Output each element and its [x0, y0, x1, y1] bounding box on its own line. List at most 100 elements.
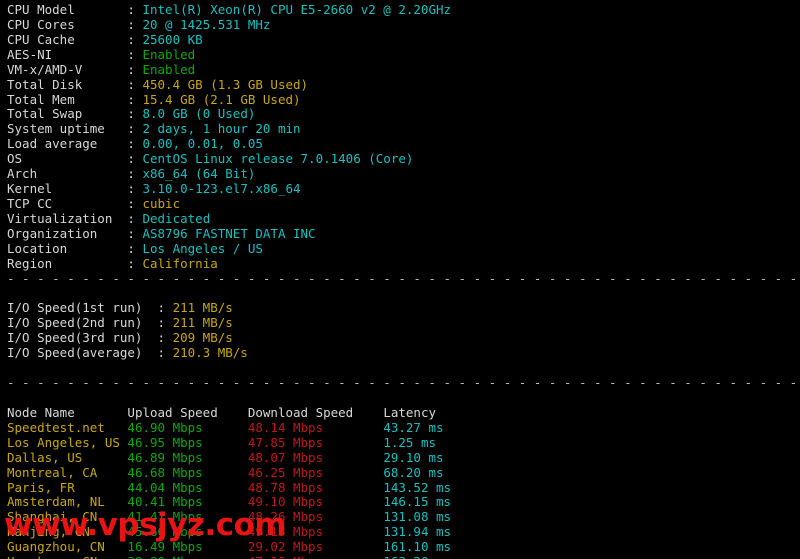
sysinfo-separator: : — [127, 240, 143, 256]
sysinfo-label: Arch — [7, 166, 128, 182]
sysinfo-row: CPU Cache : 25600 KB — [7, 31, 800, 48]
sysinfo-separator: : — [127, 2, 143, 17]
sysinfo-value: Los Angeles / US — [142, 240, 263, 256]
sysinfo-row: System uptime : 2 days, 1 hour 20 min — [7, 121, 800, 137]
io-speed-value: 210.3 MB/s — [172, 345, 248, 361]
io-speed-value: 209 MB/s — [172, 330, 233, 346]
sysinfo-label: VM-x/AMD-V — [7, 61, 128, 77]
column-header-download-speed: Download Speed — [247, 404, 384, 420]
io-speed-label: I/O Speed(3rd run) — [7, 330, 158, 346]
speedtest-node-name: Montreal, CA — [7, 464, 128, 480]
speedtest-latency: 29.10 ms — [383, 449, 444, 465]
speedtest-row: Paris, FR 44.04 Mbps 48.78 Mbps 143.52 m… — [7, 479, 800, 496]
speedtest-node-name: Paris, FR — [7, 479, 128, 495]
speedtest-download-speed: 48.14 Mbps — [247, 419, 384, 435]
sysinfo-separator: : — [127, 255, 143, 271]
sysinfo-separator: : — [127, 46, 143, 62]
sysinfo-label: CPU Model — [7, 2, 128, 17]
speedtest-latency: 161.10 ms — [383, 539, 452, 555]
sysinfo-value: Intel(R) Xeon(R) CPU E5-2660 v2 @ 2.20GH… — [142, 2, 452, 17]
sysinfo-value: 450.4 GB (1.3 GB Used) — [142, 76, 309, 92]
sysinfo-label: Total Swap — [7, 106, 128, 122]
speedtest-upload-speed: 46.89 Mbps — [127, 449, 248, 465]
sysinfo-value: cubic — [142, 195, 181, 211]
speedtest-latency: 68.20 ms — [383, 464, 444, 480]
sysinfo-row: Region : California — [7, 255, 800, 272]
speedtest-header-row: Node Name Upload Speed Download Speed La… — [7, 404, 800, 421]
speedtest-latency: 1.25 ms — [383, 434, 436, 450]
speedtest-latency: 143.52 ms — [383, 479, 452, 495]
sysinfo-label: Kernel — [7, 181, 128, 197]
sysinfo-value: 25600 KB — [142, 31, 203, 47]
io-speed-label: I/O Speed(1st run) — [7, 300, 158, 316]
sysinfo-row: Kernel : 3.10.0-123.el7.x86_64 — [7, 181, 800, 197]
sysinfo-row: Arch : x86_64 (64 Bit) — [7, 166, 800, 182]
speedtest-download-speed: 47.16 Mbps — [248, 554, 383, 559]
io-speed-row: I/O Speed(1st run) : 211 MB/s — [7, 300, 800, 316]
sysinfo-row: AES-NI : Enabled — [7, 46, 800, 63]
sysinfo-row: TCP CC : cubic — [7, 195, 800, 212]
sysinfo-label: System uptime — [7, 121, 128, 137]
sysinfo-row: CPU Cores : 20 @ 1425.531 MHz — [7, 16, 800, 33]
io-speed-row: I/O Speed(3rd run) : 209 MB/s — [7, 330, 800, 346]
sysinfo-separator: : — [127, 76, 143, 92]
sysinfo-separator: : — [127, 16, 143, 32]
speedtest-upload-speed: 46.95 Mbps — [127, 434, 248, 450]
speedtest-row: Dallas, US 46.89 Mbps 48.07 Mbps 29.10 m… — [7, 449, 800, 466]
speedtest-upload-speed: 39.90 Mbps — [127, 554, 247, 559]
sysinfo-label: Region — [7, 255, 128, 271]
column-header-latency: Latency — [383, 404, 436, 420]
speedtest-node-name: Hongkong, CN — [7, 554, 127, 559]
speedtest-latency: 131.94 ms — [383, 524, 452, 540]
speedtest-node-name: Dallas, US — [7, 449, 128, 465]
terminal-window: CPU Model : Intel(R) Xeon(R) CPU E5-2660… — [0, 0, 800, 559]
sysinfo-value: Enabled — [142, 61, 196, 77]
speedtest-row: Speedtest.net 46.90 Mbps 48.14 Mbps 43.2… — [7, 419, 800, 436]
io-speed-label: I/O Speed(2nd run) — [7, 315, 158, 331]
divider-bottom: - - - - - - - - - - - - - - - - - - - - … — [7, 376, 798, 391]
sysinfo-label: CPU Cache — [7, 31, 128, 47]
speedtest-row: Hongkong, CN 39.90 Mbps 47.16 Mbps 163.2… — [7, 554, 800, 559]
sysinfo-value: California — [142, 255, 218, 271]
sysinfo-row: Virtualization : Dedicated — [7, 210, 800, 227]
sysinfo-row: Organization : AS8796 FASTNET DATA INC — [7, 225, 800, 242]
io-speed-section: I/O Speed(1st run) : 211 MB/s I/O Speed(2… — [7, 300, 800, 361]
sysinfo-label: Total Disk — [7, 76, 128, 92]
sysinfo-separator: : — [127, 181, 143, 197]
sysinfo-separator: : — [127, 106, 143, 122]
io-speed-value: 211 MB/s — [172, 300, 233, 316]
speedtest-upload-speed: 46.68 Mbps — [127, 464, 248, 480]
speedtest-latency: 43.27 ms — [383, 419, 444, 435]
io-speed-label: I/O Speed(average) — [7, 345, 158, 361]
sysinfo-label: CPU Cores — [7, 16, 128, 32]
sysinfo-label: Organization — [7, 225, 128, 241]
sysinfo-separator: : — [127, 225, 143, 241]
speedtest-node-name: Los Angeles, US — [7, 434, 128, 450]
speedtest-upload-speed: 44.04 Mbps — [127, 479, 248, 495]
sysinfo-label: TCP CC — [7, 195, 128, 211]
sysinfo-label: Virtualization — [7, 210, 128, 226]
speedtest-node-name: Speedtest.net — [7, 419, 128, 435]
speedtest-download-speed: 48.78 Mbps — [247, 479, 384, 495]
sysinfo-value: 15.4 GB (2.1 GB Used) — [142, 91, 301, 107]
sysinfo-separator: : — [127, 121, 143, 137]
speedtest-latency: 131.08 ms — [383, 509, 452, 525]
sysinfo-row: Total Disk : 450.4 GB (1.3 GB Used) — [7, 76, 800, 93]
sysinfo-separator: : — [127, 61, 143, 77]
sysinfo-row: Total Swap : 8.0 GB (0 Used) — [7, 106, 800, 122]
sysinfo-row: VM-x/AMD-V : Enabled — [7, 61, 800, 78]
speedtest-download-speed: 46.25 Mbps — [247, 464, 384, 480]
speedtest-latency: 163.20 ms — [383, 554, 451, 559]
sysinfo-value: x86_64 (64 Bit) — [142, 166, 256, 182]
sysinfo-separator: : — [127, 210, 143, 226]
sysinfo-value: CentOS Linux release 7.0.1406 (Core) — [142, 151, 414, 167]
column-header-node-name: Node Name — [7, 404, 128, 420]
sysinfo-value: 20 @ 1425.531 MHz — [142, 16, 271, 32]
sysinfo-value: 3.10.0-123.el7.x86_64 — [142, 181, 301, 197]
sysinfo-label: AES-NI — [7, 46, 128, 62]
sysinfo-separator: : — [127, 166, 143, 182]
speedtest-upload-speed: 46.90 Mbps — [127, 419, 248, 435]
system-info-section: CPU Model : Intel(R) Xeon(R) CPU E5-2660… — [7, 2, 800, 272]
